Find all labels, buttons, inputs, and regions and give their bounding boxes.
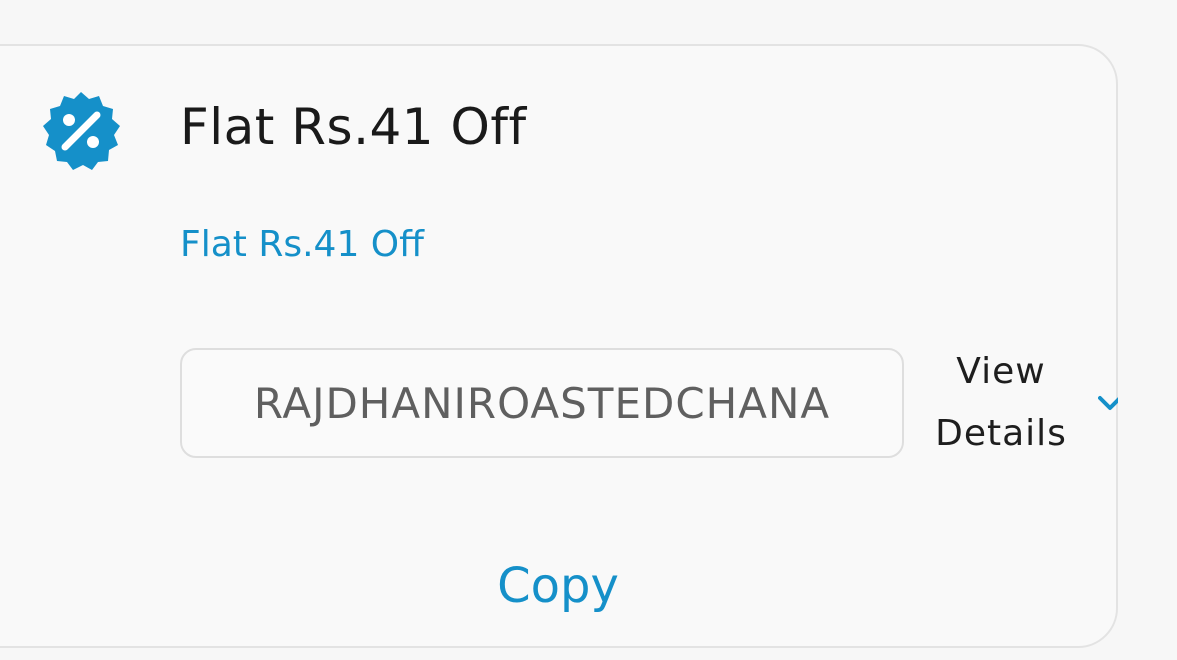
chevron-down-icon[interactable] [1098,390,1118,414]
discount-badge-icon [43,92,120,170]
coupon-code: RAJDHANIROASTEDCHANA [253,378,831,428]
view-details-label-line1: View [956,351,1046,392]
offer-title: Flat Rs.41 Off [180,98,527,156]
view-details-button[interactable]: View Details [920,348,1082,458]
coupon-code-box: RAJDHANIROASTEDCHANA [180,348,904,458]
copy-button[interactable]: Copy [480,558,636,614]
offer-subtitle: Flat Rs.41 Off [180,224,424,265]
view-details-label-line2: Details [935,413,1067,454]
